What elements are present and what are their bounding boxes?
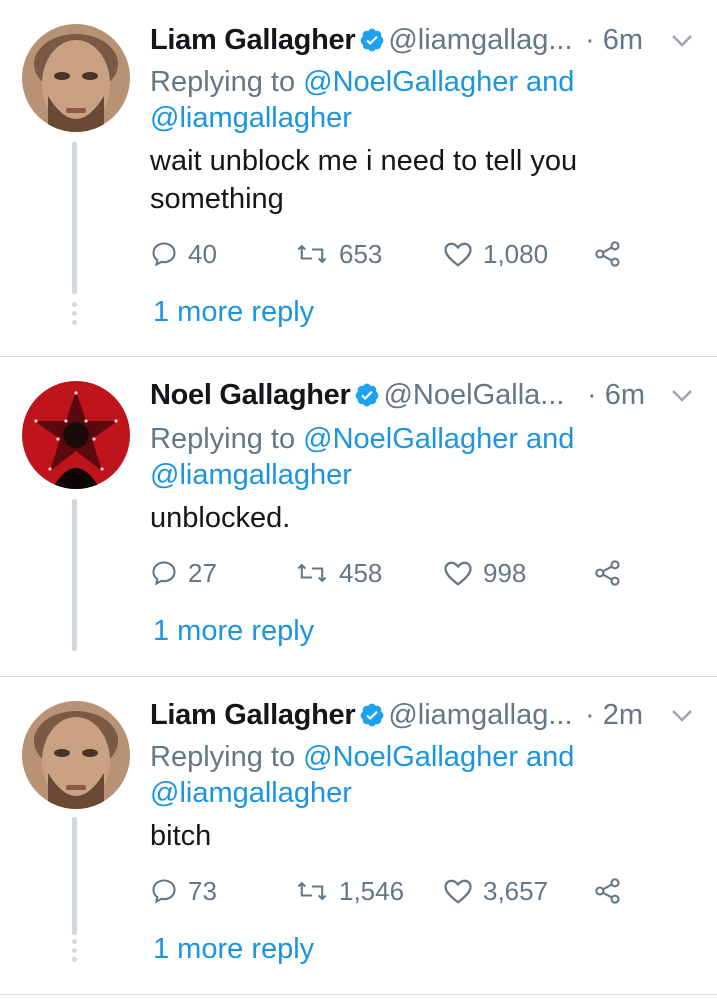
retweet-icon bbox=[297, 881, 327, 901]
avatar-liam-1[interactable] bbox=[22, 24, 130, 132]
tweet-text: bitch bbox=[150, 820, 212, 852]
verified-badge-icon bbox=[360, 28, 384, 52]
user-handle[interactable]: @NoelGalla... bbox=[383, 379, 564, 411]
display-name[interactable]: Liam Gallagher bbox=[150, 24, 356, 56]
replying-to: Replying to @NoelGallagher and @liamgall… bbox=[150, 423, 575, 491]
like-button[interactable]: 3,657 bbox=[443, 871, 548, 911]
retweet-button[interactable]: 1,546 bbox=[295, 871, 404, 911]
tweet-actions: 27 458 998 bbox=[150, 553, 650, 593]
retweet-button[interactable]: 458 bbox=[295, 553, 382, 593]
reply-icon bbox=[152, 242, 176, 267]
user-handle[interactable]: @liamgallag... bbox=[388, 699, 572, 731]
tweet-header: Liam Gallagher @liamgallag... · 6m bbox=[150, 20, 705, 60]
tweet-header: Noel Gallagher @NoelGalla... · 6m bbox=[150, 375, 705, 415]
like-button[interactable]: 1,080 bbox=[443, 234, 548, 274]
tweet-3[interactable]: Liam Gallagher @liamgallag... · 2m Replyi… bbox=[0, 677, 717, 995]
chevron-down-icon[interactable] bbox=[671, 389, 693, 403]
mention-link[interactable]: @liamgallagher bbox=[150, 777, 352, 809]
retweet-button[interactable]: 653 bbox=[295, 234, 382, 274]
timestamp[interactable]: · 2m bbox=[585, 695, 643, 735]
like-button[interactable]: 998 bbox=[443, 553, 526, 593]
more-replies-link[interactable]: 1 more reply bbox=[153, 933, 314, 966]
share-button[interactable] bbox=[593, 871, 633, 911]
reply-button[interactable]: 27 bbox=[150, 553, 217, 593]
thread-dots bbox=[72, 939, 77, 966]
mention-link[interactable]: @NoelGallagher bbox=[303, 741, 518, 773]
thread-dots bbox=[72, 302, 77, 329]
tweet-text: wait unblock me i need to tell you somet… bbox=[150, 145, 578, 215]
avatar-noel[interactable] bbox=[22, 381, 130, 489]
tweet-1[interactable]: Liam Gallagher @liamgallag... · 6m Replyi… bbox=[0, 0, 717, 357]
replying-to: Replying to @NoelGallagher and @liamgall… bbox=[150, 66, 575, 134]
thread-line bbox=[72, 142, 77, 294]
tweet-actions: 40 653 1,080 bbox=[150, 234, 650, 274]
avatar-liam-2[interactable] bbox=[22, 701, 130, 809]
tweet-2[interactable]: Noel Gallagher @NoelGalla... · 6m Replyin… bbox=[0, 357, 717, 677]
like-icon bbox=[444, 242, 472, 267]
like-icon bbox=[444, 879, 472, 904]
share-button[interactable] bbox=[593, 234, 633, 274]
share-icon bbox=[595, 878, 620, 904]
mention-link[interactable]: @liamgallagher bbox=[150, 459, 352, 491]
mention-link[interactable]: @liamgallagher bbox=[150, 102, 352, 134]
like-icon bbox=[444, 561, 472, 586]
timestamp[interactable]: · 6m bbox=[587, 375, 645, 415]
timestamp[interactable]: · 6m bbox=[585, 20, 643, 60]
verified-badge-icon bbox=[356, 383, 379, 407]
more-replies-link[interactable]: 1 more reply bbox=[153, 296, 314, 329]
tweet-actions: 73 1,546 3,657 bbox=[150, 871, 650, 911]
reply-button[interactable]: 73 bbox=[150, 871, 217, 911]
more-replies-link[interactable]: 1 more reply bbox=[153, 615, 314, 648]
verified-badge-icon bbox=[360, 703, 384, 727]
reply-button[interactable]: 40 bbox=[150, 234, 217, 274]
thread-dots bbox=[72, 619, 77, 646]
user-handle[interactable]: @liamgallag... bbox=[388, 24, 572, 56]
chevron-down-icon[interactable] bbox=[671, 34, 693, 48]
mention-link[interactable]: @NoelGallagher bbox=[303, 423, 518, 455]
thread-line bbox=[72, 817, 77, 935]
share-icon bbox=[595, 560, 620, 586]
display-name[interactable]: Liam Gallagher bbox=[150, 699, 356, 731]
share-icon bbox=[595, 241, 620, 267]
mention-link[interactable]: @NoelGallagher bbox=[303, 66, 518, 98]
tweet-header: Liam Gallagher @liamgallag... · 2m bbox=[150, 695, 705, 735]
reply-icon bbox=[152, 561, 176, 586]
share-button[interactable] bbox=[593, 553, 633, 593]
tweet-text: unblocked. bbox=[150, 502, 291, 534]
display-name[interactable]: Noel Gallagher bbox=[150, 379, 351, 411]
retweet-icon bbox=[297, 244, 327, 264]
retweet-icon bbox=[297, 563, 327, 583]
reply-icon bbox=[152, 879, 176, 904]
replying-to: Replying to @NoelGallagher and @liamgall… bbox=[150, 741, 575, 809]
chevron-down-icon[interactable] bbox=[671, 709, 693, 723]
